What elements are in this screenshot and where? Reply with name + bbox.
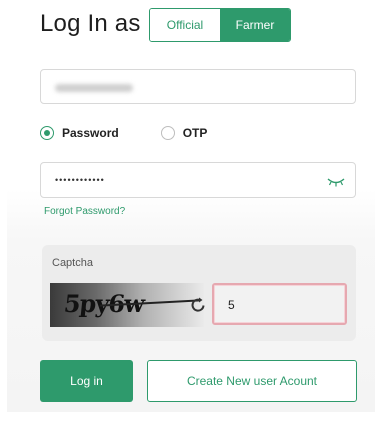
captcha-input[interactable]: 5	[212, 283, 347, 325]
captcha-title: Captcha	[52, 257, 93, 269]
captcha-panel: Captcha 5py6w 5	[42, 245, 356, 341]
login-page: Log In as Official Farmer Password OTP •…	[0, 0, 382, 422]
refresh-icon[interactable]	[188, 295, 208, 315]
username-blurred-value	[55, 84, 133, 92]
otp-radio[interactable]	[160, 126, 175, 140]
forgot-password-link[interactable]: Forgot Password?	[44, 206, 125, 217]
password-radio-label[interactable]: Password	[62, 126, 119, 140]
user-type-farmer-button[interactable]: Farmer	[220, 9, 290, 41]
password-field[interactable]: ••••••••••••	[40, 162, 356, 198]
user-type-official-button[interactable]: Official	[150, 9, 220, 41]
login-button[interactable]: Log in	[40, 360, 133, 402]
otp-radio-label[interactable]: OTP	[183, 126, 208, 140]
password-masked-value: ••••••••••••	[55, 175, 105, 185]
create-account-button[interactable]: Create New user Acount	[147, 360, 357, 402]
password-radio[interactable]	[40, 126, 54, 140]
login-card: Log In as Official Farmer Password OTP •…	[7, 0, 375, 412]
auth-method-group: Password OTP	[40, 124, 207, 142]
captcha-input-value: 5	[228, 298, 235, 312]
eye-closed-icon[interactable]	[327, 177, 345, 187]
page-title: Log In as	[40, 10, 141, 37]
captcha-image: 5py6w	[50, 283, 204, 327]
user-type-toggle[interactable]: Official Farmer	[149, 8, 291, 42]
username-field[interactable]	[40, 69, 356, 104]
